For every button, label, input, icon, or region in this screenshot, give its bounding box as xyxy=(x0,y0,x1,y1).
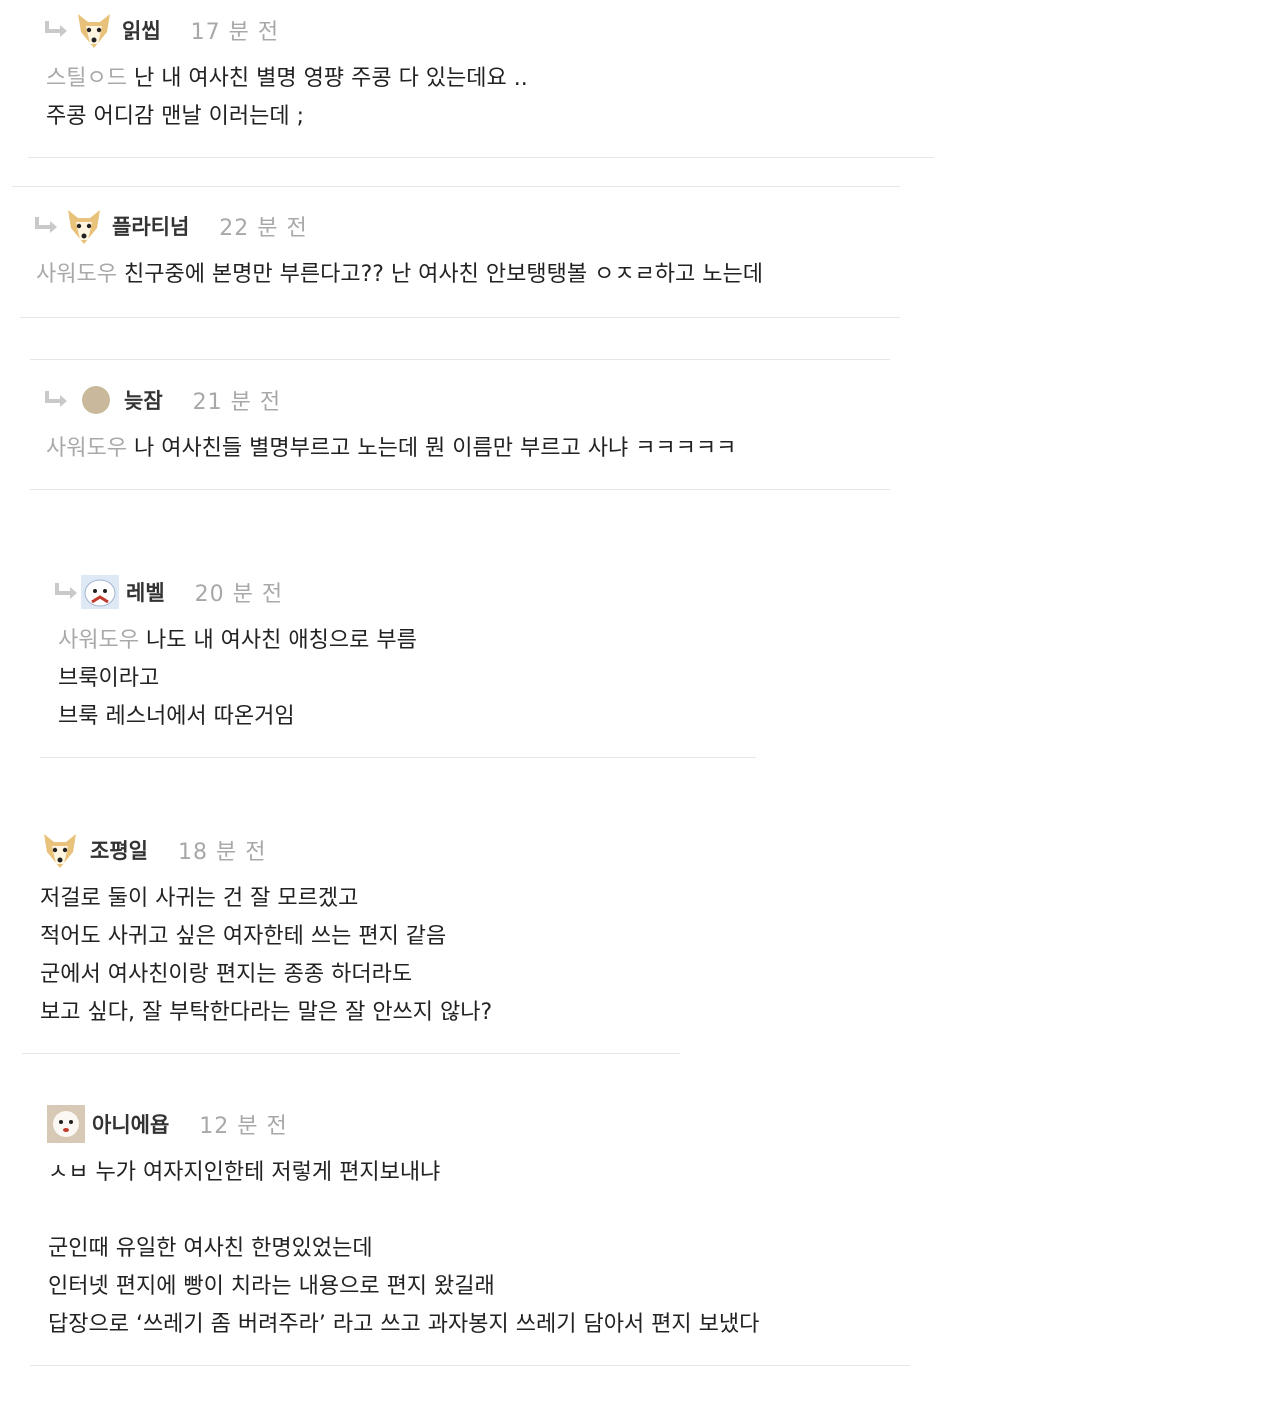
mention-link[interactable]: 스틸ㅇ드 xyxy=(46,66,127,91)
comment-item: 읽씹 17 분 전 스틸ㅇ드 난 내 여사친 별명 영퍙 주콩 다 있는데요 .… xyxy=(28,10,934,158)
comment-time: 22 분 전 xyxy=(219,216,308,241)
comment-header: 조평일 18 분 전 xyxy=(22,830,680,870)
circle-avatar-icon xyxy=(82,386,110,414)
comment-header: 늦잠 21 분 전 xyxy=(30,380,890,420)
comment-author[interactable]: 레벨 xyxy=(126,577,165,607)
comment-author[interactable]: 플라티넘 xyxy=(112,211,189,241)
mention-link[interactable]: 사워도우 xyxy=(58,628,139,653)
comment-item: 플라티넘 22 분 전 사워도우 친구중에 본명만 부른다고?? 난 여사친 안… xyxy=(20,206,900,318)
comment-header: 플라티넘 22 분 전 xyxy=(20,206,900,246)
comment-item: 늦잠 21 분 전 사워도우 나 여사친들 별명부르고 노는데 뭔 이름만 부르… xyxy=(30,380,890,490)
comment-item: 아니에욥 12 분 전 ㅅㅂ 누가 여자지인한테 저렇게 편지보내냐 군인때 유… xyxy=(30,1104,910,1366)
comment-header: 읽씹 17 분 전 xyxy=(28,10,934,50)
comment-item: 레벨 20 분 전 사워도우 나도 내 여사친 애칭으로 부름 브룩이라고 브룩… xyxy=(40,572,756,758)
comment-header: 레벨 20 분 전 xyxy=(40,572,756,612)
comment-header: 아니에욥 12 분 전 xyxy=(30,1104,910,1144)
comment-text: 스틸ㅇ드 난 내 여사친 별명 영퍙 주콩 다 있는데요 .. 주콩 어디감 맨… xyxy=(46,66,528,129)
comment-text: ㅅㅂ 누가 여자지인한테 저렇게 편지보내냐 군인때 유일한 여사친 한명있었는… xyxy=(48,1160,760,1337)
comment-author[interactable]: 늦잠 xyxy=(124,385,163,415)
comment-time: 12 분 전 xyxy=(199,1114,288,1139)
comment-author[interactable]: 조평일 xyxy=(90,835,148,865)
dog-icon xyxy=(78,14,110,48)
comment-time: 21 분 전 xyxy=(192,390,282,415)
reply-arrow-icon xyxy=(45,391,67,407)
reply-arrow-icon xyxy=(35,217,57,233)
comment-text: 사워도우 나도 내 여사친 애칭으로 부름 브룩이라고 브룩 레스너에서 따온거… xyxy=(58,628,417,729)
comment-text: 저걸로 둘이 사귀는 건 잘 모르겠고 적어도 사귀고 싶은 여자한테 쓰는 편… xyxy=(40,886,493,1025)
comment-author[interactable]: 읽씹 xyxy=(122,15,161,45)
comment-time: 18 분 전 xyxy=(177,840,267,865)
mention-link[interactable]: 사워도우 xyxy=(36,262,117,287)
divider xyxy=(12,186,900,187)
comment-text: 사워도우 친구중에 본명만 부른다고?? 난 여사친 안보탱탱볼 ㅇㅈㄹ하고 노… xyxy=(36,262,763,287)
dog-icon xyxy=(44,834,76,868)
reply-arrow-icon xyxy=(55,583,77,599)
dog-icon xyxy=(68,210,100,244)
comment-author[interactable]: 아니에욥 xyxy=(92,1109,169,1139)
divider xyxy=(30,359,890,360)
comment-time: 20 분 전 xyxy=(194,582,284,607)
mention-link[interactable]: 사워도우 xyxy=(46,436,127,461)
comment-text: 사워도우 나 여사친들 별명부르고 노는데 뭔 이름만 부르고 사냐 ㅋㅋㅋㅋㅋ xyxy=(46,436,737,461)
puppy-photo-icon xyxy=(47,1105,85,1143)
reply-arrow-icon xyxy=(45,21,67,37)
comment-item: 조평일 18 분 전 저걸로 둘이 사귀는 건 잘 모르겠고 적어도 사귀고 싶… xyxy=(22,830,680,1054)
polar-bear-icon xyxy=(81,575,119,609)
comment-time: 17 분 전 xyxy=(190,20,280,45)
